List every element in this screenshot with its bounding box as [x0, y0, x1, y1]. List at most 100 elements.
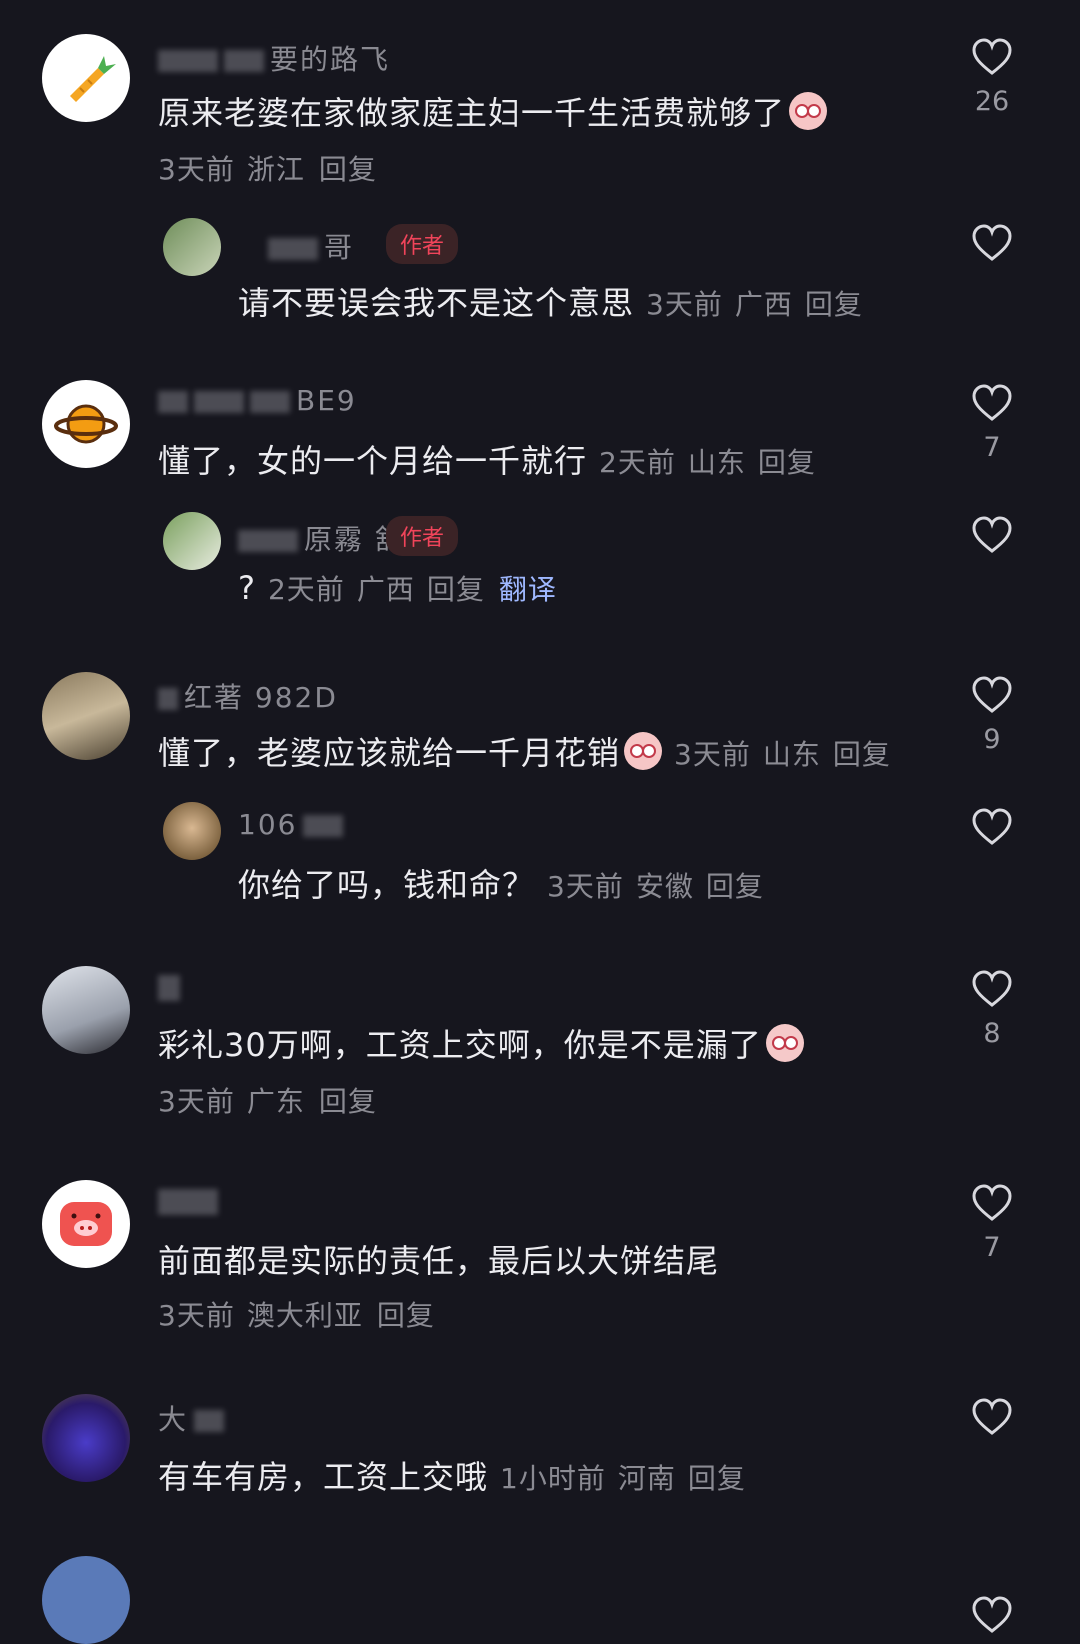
reply-button[interactable]: 回复 [805, 288, 863, 321]
like-button[interactable]: 26 [962, 38, 1022, 117]
like-count: 7 [983, 1232, 1001, 1263]
location: 广西 [356, 573, 415, 606]
comment-text: 懂了，老婆应该就给一千月花销 3天前 山东 回复 [158, 728, 891, 774]
avatar[interactable] [42, 34, 130, 122]
comment-body: ? [238, 569, 256, 607]
location: 广东 [246, 1085, 305, 1118]
comment-body: 原来老婆在家做家庭主妇一千生活费就够了 [158, 94, 786, 132]
reply-button[interactable]: 回复 [319, 153, 377, 186]
username[interactable]: 原霧 舒 [238, 518, 405, 558]
location: 河南 [617, 1462, 676, 1495]
comment-text: 有车有房，工资上交哦 1小时前 河南 回复 [158, 1452, 746, 1498]
avatar[interactable] [42, 672, 130, 760]
username[interactable]: 106 [238, 808, 349, 841]
heart-icon [972, 1596, 1012, 1633]
comment-text: 前面都是实际的责任，最后以大饼结尾 [158, 1236, 719, 1282]
comment-body: 有车有房，工资上交哦 [158, 1458, 489, 1496]
comment-body: 彩礼30万啊，工资上交啊，你是不是漏了 [158, 1026, 762, 1064]
timestamp: 3天前 [674, 738, 751, 771]
like-button[interactable]: 7 [962, 1184, 1022, 1263]
comment-body: 懂了，女的一个月给一千就行 [158, 442, 588, 480]
comment-body: 前面都是实际的责任，最后以大饼结尾 [158, 1242, 720, 1280]
reply-button[interactable]: 回复 [706, 870, 764, 903]
heart-icon [972, 808, 1012, 845]
reply-button[interactable]: 回复 [688, 1462, 746, 1495]
timestamp: 3天前 [158, 153, 235, 186]
avatar[interactable] [163, 802, 221, 860]
like-count: 26 [974, 86, 1010, 117]
location: 山东 [687, 446, 746, 479]
reply-button[interactable]: 回复 [833, 738, 891, 771]
like-button[interactable] [962, 1596, 1022, 1634]
heart-icon [972, 38, 1012, 75]
like-button[interactable] [962, 1398, 1022, 1436]
avatar[interactable] [42, 1180, 130, 1268]
like-button[interactable]: 8 [962, 970, 1022, 1049]
like-button[interactable]: 9 [962, 676, 1022, 755]
reply-button[interactable]: 回复 [319, 1085, 377, 1118]
author-badge: 作者 [386, 516, 459, 556]
comment-body: 你给了吗，钱和命？ [238, 866, 536, 904]
heart-icon [972, 516, 1012, 553]
username[interactable]: 要的路飞 [158, 38, 390, 78]
heart-icon [972, 1398, 1012, 1435]
timestamp: 2天前 [267, 573, 345, 606]
reply-button[interactable]: 回复 [758, 446, 816, 479]
pig-sweat-emoji [765, 1024, 804, 1062]
avatar[interactable] [42, 380, 130, 468]
like-button[interactable]: 7 [962, 384, 1022, 463]
avatar[interactable] [42, 966, 130, 1054]
timestamp: 3天前 [646, 288, 723, 321]
location: 澳大利亚 [246, 1299, 363, 1332]
carrot-icon [70, 56, 116, 102]
comment-meta: 3天前 澳大利亚 回复 [158, 1294, 435, 1334]
like-button[interactable] [962, 808, 1022, 846]
comment-body: 懂了，老婆应该就给一千月花销 [158, 734, 621, 772]
heart-icon [972, 970, 1012, 1007]
timestamp: 3天前 [158, 1085, 235, 1118]
reply-button[interactable]: 回复 [427, 573, 485, 606]
comment-text: 原来老婆在家做家庭主妇一千生活费就够了 [158, 88, 828, 134]
timestamp: 1小时前 [500, 1462, 606, 1495]
timestamp: 3天前 [547, 870, 624, 903]
like-button[interactable] [962, 516, 1022, 554]
heart-icon [972, 676, 1012, 713]
pig-avatar [60, 1202, 112, 1246]
avatar[interactable] [163, 218, 221, 276]
comment-text: 彩礼30万啊，工资上交啊，你是不是漏了 [158, 1020, 804, 1066]
heart-icon [972, 1184, 1012, 1221]
like-button[interactable] [962, 224, 1022, 262]
username[interactable] [158, 1184, 224, 1217]
username[interactable]: BE9 [158, 384, 357, 417]
like-count: 7 [983, 432, 1001, 463]
translate-button[interactable]: 翻译 [499, 573, 557, 606]
reply-text: ? 2天前 广西 回复 翻译 [238, 568, 557, 608]
username[interactable] [158, 970, 186, 1003]
comment-body: 请不要误会我不是这个意思 [238, 284, 635, 322]
comment-meta: 3天前 广东 回复 [158, 1080, 377, 1120]
timestamp: 3天前 [158, 1299, 235, 1332]
avatar[interactable] [163, 512, 221, 570]
avatar[interactable] [42, 1556, 130, 1644]
avatar[interactable] [42, 1394, 130, 1482]
reply-text: 你给了吗，钱和命？ 3天前 安徽 回复 [238, 860, 764, 906]
like-count: 8 [983, 1018, 1001, 1049]
location: 浙江 [246, 153, 305, 186]
pig-embarrassed-emoji [624, 732, 663, 770]
username[interactable]: 红著 982D [158, 676, 338, 716]
timestamp: 2天前 [599, 446, 676, 479]
pig-embarrassed-emoji [789, 92, 828, 130]
location: 山东 [762, 738, 821, 771]
reply-button[interactable]: 回复 [377, 1299, 435, 1332]
username[interactable]: 大 [158, 1398, 230, 1438]
reply-text: 请不要误会我不是这个意思 3天前 广西 回复 [238, 278, 863, 324]
author-badge: 作者 [386, 224, 459, 264]
heart-icon [972, 224, 1012, 261]
username[interactable]: 哥 [268, 226, 354, 266]
comment-meta: 3天前 浙江 回复 [158, 148, 377, 188]
location: 安徽 [635, 870, 694, 903]
planet-icon [54, 404, 118, 444]
like-count: 9 [983, 724, 1001, 755]
heart-icon [972, 384, 1012, 421]
comment-text: 懂了，女的一个月给一千就行 2天前 山东 回复 [158, 436, 816, 482]
